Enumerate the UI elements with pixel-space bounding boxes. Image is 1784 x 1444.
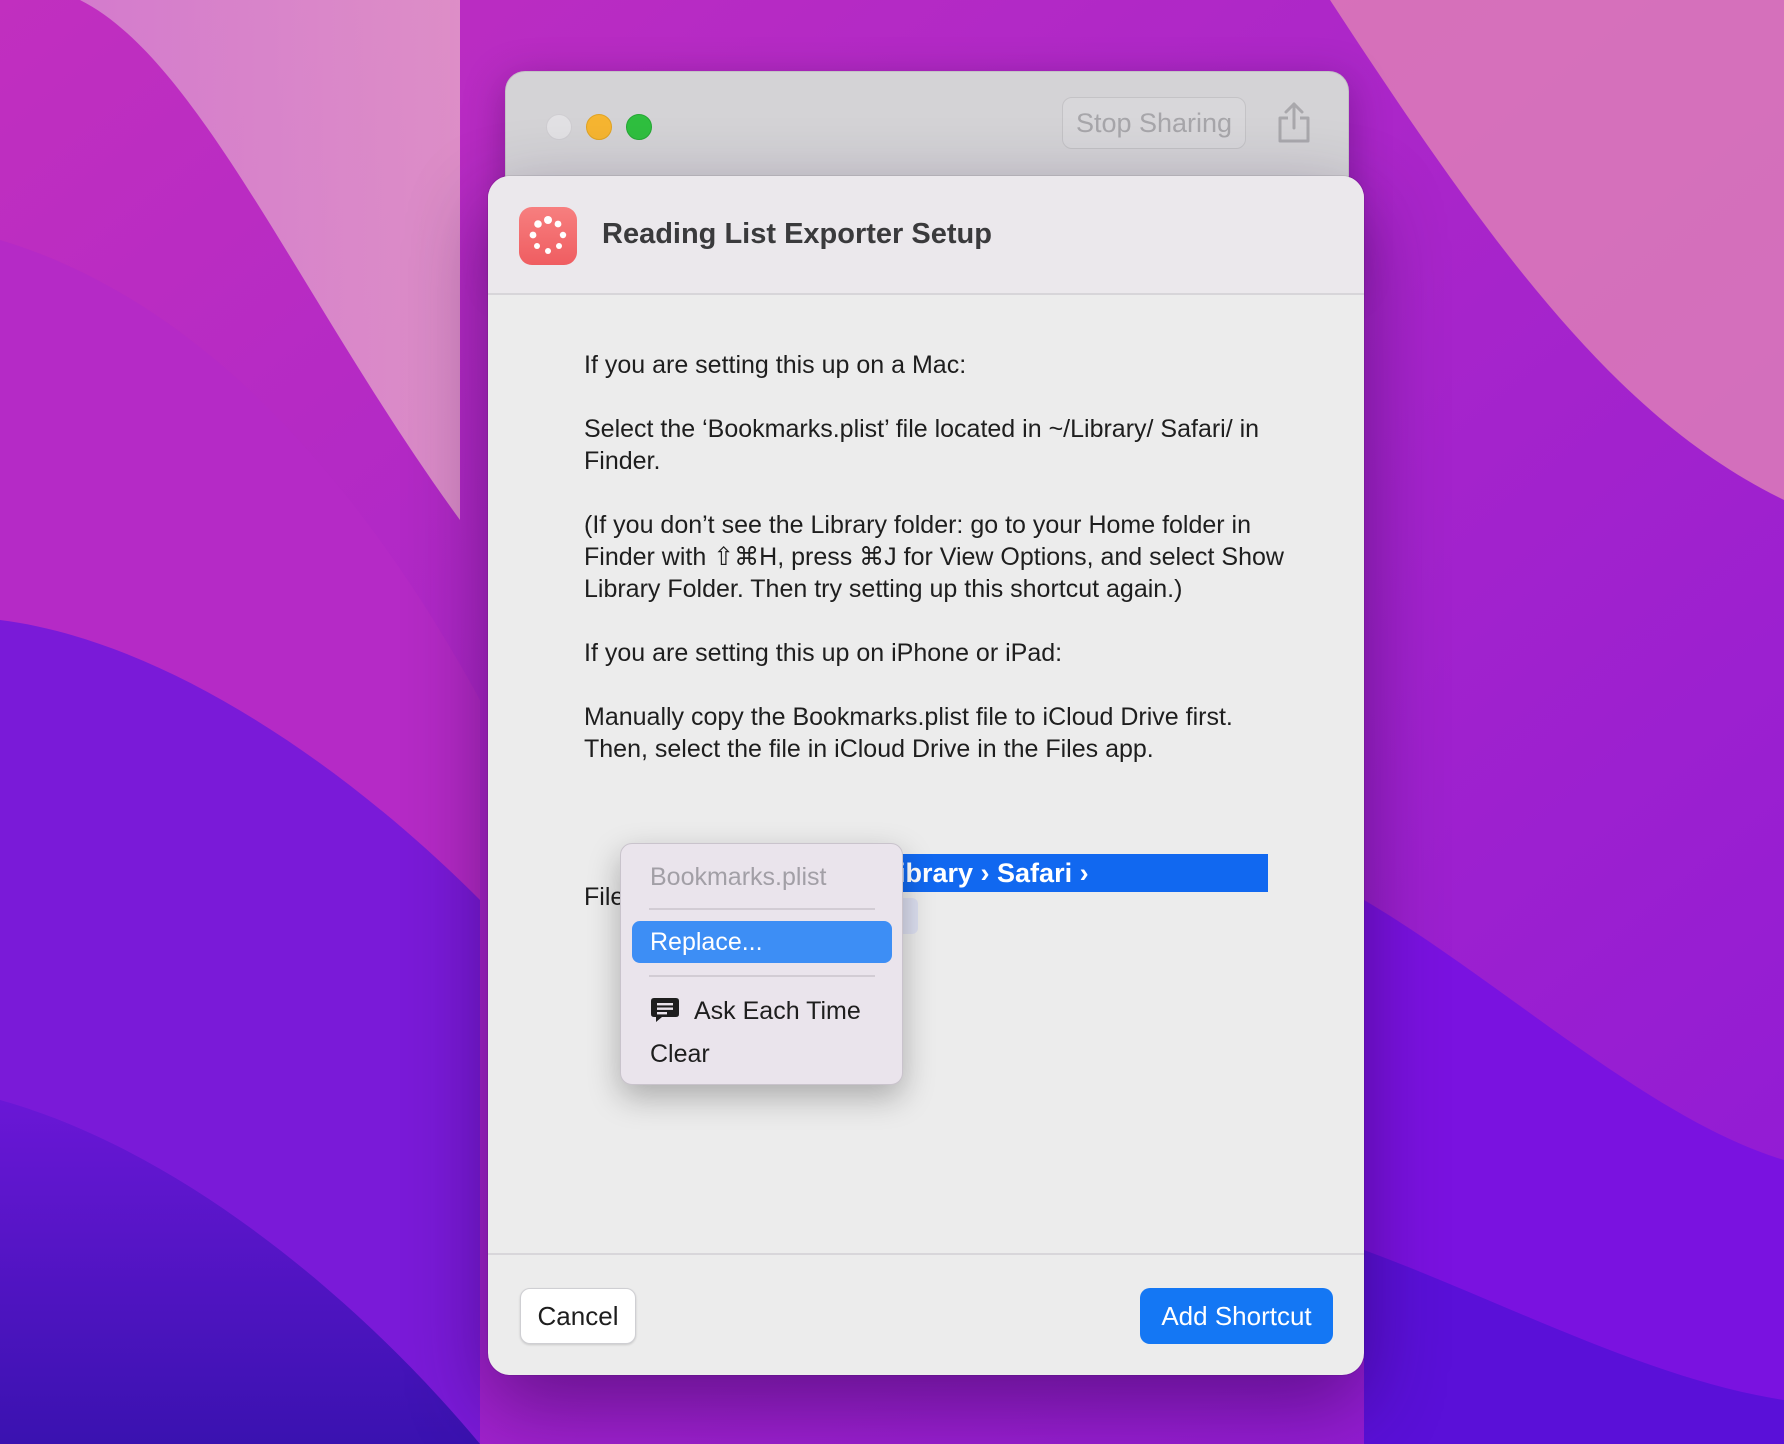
cancel-button[interactable]: Cancel xyxy=(520,1288,636,1344)
minimize-window-button[interactable] xyxy=(586,114,612,140)
dialog-title: Reading List Exporter Setup xyxy=(602,218,992,250)
file-field-label: File xyxy=(584,883,625,911)
menu-file-title: Bookmarks.plist xyxy=(650,863,827,891)
footer-divider xyxy=(488,1253,1364,1255)
setup-dialog: Reading List Exporter Setup If you are s… xyxy=(488,176,1364,1375)
instructions-text: If you are setting this up on a Mac: Sel… xyxy=(584,349,1284,797)
menu-separator xyxy=(649,908,875,910)
menu-item-ask-each-time[interactable]: Ask Each Time xyxy=(650,996,861,1026)
chat-bubble-icon xyxy=(651,998,679,1022)
maximize-window-button[interactable] xyxy=(626,114,652,140)
instruction-paragraph: If you are setting this up on a Mac: xyxy=(584,351,967,379)
file-context-menu: Bookmarks.plist Replace... Ask Each Time… xyxy=(620,843,903,1085)
shortcut-app-icon xyxy=(519,207,577,265)
share-icon[interactable] xyxy=(1274,100,1314,144)
menu-separator xyxy=(649,975,875,977)
loading-dots-icon xyxy=(529,216,567,254)
menu-item-replace[interactable]: Replace... xyxy=(632,921,892,963)
file-path-text: ibrary › Safari › xyxy=(898,858,1089,888)
instruction-paragraph: Manually copy the Bookmarks.plist file t… xyxy=(584,703,1233,763)
menu-item-clear[interactable]: Clear xyxy=(650,1040,710,1069)
instruction-paragraph: Select the ‘Bookmarks.plist’ file locate… xyxy=(584,415,1260,475)
add-shortcut-button[interactable]: Add Shortcut xyxy=(1140,1288,1333,1344)
menu-item-label: Ask Each Time xyxy=(694,997,861,1025)
file-path-selection[interactable]: ibrary › Safari › xyxy=(898,854,1268,892)
stop-sharing-button[interactable]: Stop Sharing xyxy=(1062,97,1246,149)
instruction-paragraph: (If you don’t see the Library folder: go… xyxy=(584,511,1284,603)
instruction-paragraph: If you are setting this up on iPhone or … xyxy=(584,639,1063,667)
dialog-header: Reading List Exporter Setup xyxy=(488,176,1364,295)
close-window-button[interactable] xyxy=(546,114,572,140)
